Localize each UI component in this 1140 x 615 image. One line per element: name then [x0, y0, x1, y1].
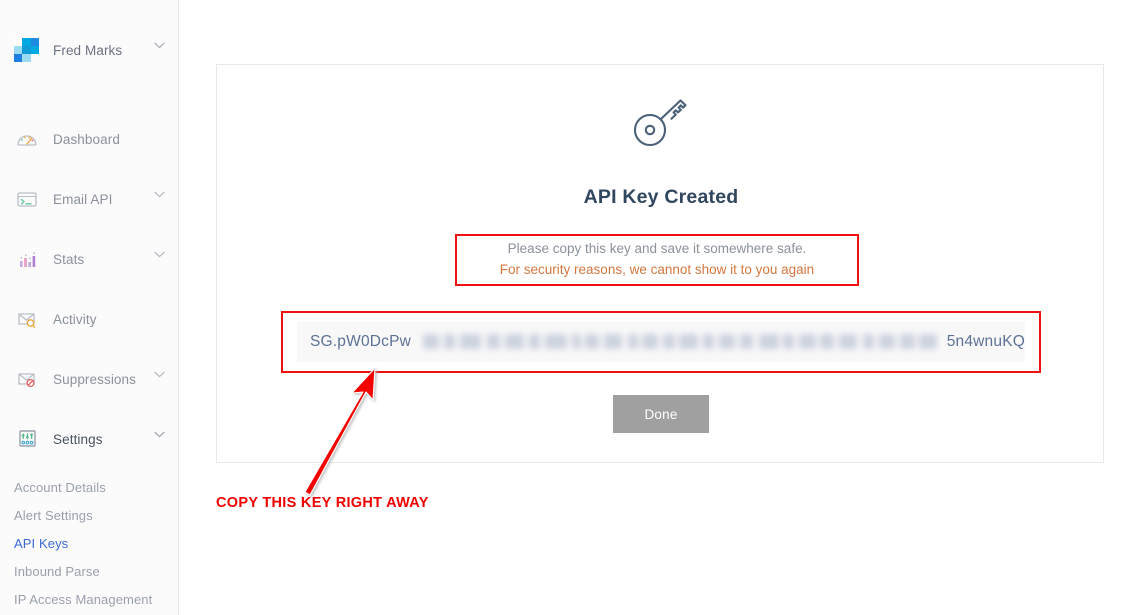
sidebar-item-api-keys[interactable]: API Keys	[0, 529, 179, 557]
sidebar-item-label: Stats	[53, 251, 85, 267]
api-key-prefix: SG.pW0DcPw	[310, 333, 412, 350]
sidebar-item-ip-access-management[interactable]: IP Access Management	[0, 585, 179, 613]
sidebar-item-label: Settings	[53, 431, 103, 447]
done-button[interactable]: Done	[613, 395, 709, 433]
chevron-down-icon[interactable]	[154, 371, 165, 378]
sliders-icon	[14, 427, 40, 451]
sidebar-item-stats[interactable]: Stats	[0, 237, 179, 281]
account-name: Fred Marks	[53, 42, 123, 58]
envelope-search-icon	[14, 307, 40, 331]
annotation-caption: COPY THIS KEY RIGHT AWAY	[216, 495, 429, 511]
terminal-icon	[14, 187, 40, 211]
page-title: API Key Created	[583, 186, 739, 208]
sidebar-item-settings[interactable]: Settings	[0, 417, 179, 461]
sidebar-item-label: Suppressions	[53, 371, 136, 387]
key-icon-wrapper	[217, 93, 1105, 156]
warning-line-2: For security reasons, we cannot show it …	[499, 262, 815, 277]
sidebar-item-label: Dashboard	[53, 131, 120, 147]
envelope-block-icon	[14, 367, 40, 391]
sidebar-item-alert-settings[interactable]: Alert Settings	[0, 501, 179, 529]
sidebar-item-email-api[interactable]: Email API	[0, 177, 179, 221]
chevron-down-icon[interactable]	[154, 42, 165, 49]
chevron-down-icon[interactable]	[154, 431, 165, 438]
api-key-input[interactable]: SG.pW0DcPw 5n4wnuKQ	[297, 322, 1025, 362]
sendgrid-logo-icon	[14, 37, 39, 63]
warning-annotation-box: Please copy this key and save it somewhe…	[455, 234, 859, 286]
account-switcher[interactable]: Fred Marks	[0, 34, 179, 66]
api-key-suffix: 5n4wnuKQ	[946, 333, 1025, 350]
api-key-annotation-box: SG.pW0DcPw 5n4wnuKQ	[281, 311, 1041, 373]
sidebar-item-activity[interactable]: Activity	[0, 297, 179, 341]
subnav-label: API Keys	[14, 535, 69, 551]
api-key-created-card: API Key Created Please copy this key and…	[216, 64, 1104, 463]
chevron-down-icon[interactable]	[154, 191, 165, 198]
subnav-label: Inbound Parse	[14, 563, 100, 579]
gauge-icon	[14, 127, 40, 151]
key-icon	[630, 93, 692, 156]
subnav-label: Account Details	[14, 479, 106, 495]
api-key-masked-middle	[412, 330, 946, 354]
sidebar-item-account-details[interactable]: Account Details	[0, 473, 179, 501]
sidebar-item-dashboard[interactable]: Dashboard	[0, 117, 179, 161]
sidebar-item-suppressions[interactable]: Suppressions	[0, 357, 179, 401]
subnav-label: Alert Settings	[14, 507, 93, 523]
sidebar-item-inbound-parse[interactable]: Inbound Parse	[0, 557, 179, 585]
warning-line-1: Please copy this key and save it somewhe…	[507, 241, 807, 256]
chevron-down-icon[interactable]	[154, 251, 165, 258]
sidebar-item-label: Activity	[53, 311, 97, 327]
bar-chart-icon	[14, 247, 40, 271]
subnav-label: IP Access Management	[14, 591, 153, 607]
sidebar-item-label: Email API	[53, 191, 113, 207]
sidebar: Fred Marks Dashboard Email API Stats Act…	[0, 0, 179, 615]
